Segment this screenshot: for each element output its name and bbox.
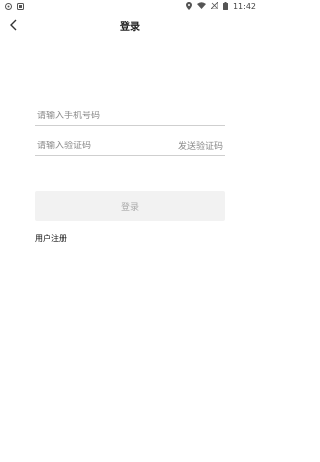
header: 登录 xyxy=(0,13,260,37)
phone-input[interactable] xyxy=(35,110,165,121)
battery-icon xyxy=(222,1,228,12)
location-icon xyxy=(185,1,192,12)
login-button[interactable]: 登录 xyxy=(35,191,225,221)
phone-field xyxy=(35,106,225,126)
verification-code-field: 发送验证码 xyxy=(35,136,225,156)
wifi-icon xyxy=(196,2,206,11)
sim-notification-icon xyxy=(17,3,24,10)
signal-icon xyxy=(209,1,219,11)
status-bar-left xyxy=(5,3,24,10)
back-button[interactable] xyxy=(6,16,20,34)
status-bar-right: 11:42 xyxy=(185,1,256,12)
page-title: 登录 xyxy=(120,21,140,33)
verification-code-input[interactable] xyxy=(35,140,165,151)
status-time: 11:42 xyxy=(232,2,256,11)
send-code-button[interactable]: 发送验证码 xyxy=(178,139,225,152)
chevron-left-icon xyxy=(9,16,17,35)
app-notification-icon xyxy=(5,3,12,10)
register-link[interactable]: 用户注册 xyxy=(35,233,67,244)
status-bar: 11:42 xyxy=(0,0,260,13)
